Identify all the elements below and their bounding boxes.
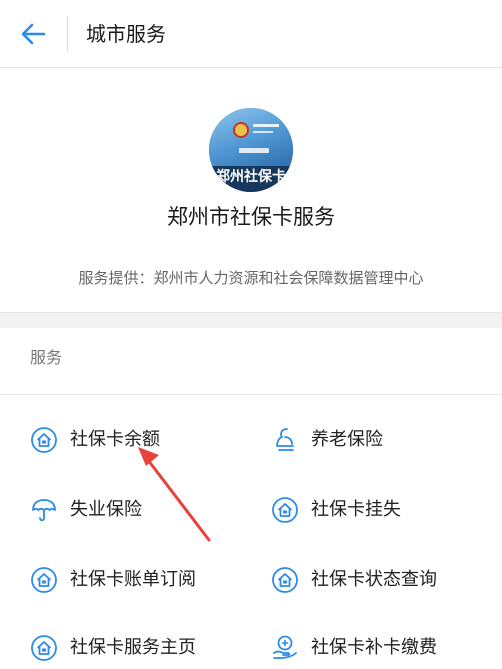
section-divider <box>0 394 502 395</box>
social-security-card-logo: 郑州社保卡 <box>209 108 293 192</box>
service-item-unemployment[interactable]: 失业保险 <box>30 488 142 532</box>
service-label: 社保卡余额 <box>70 429 160 450</box>
back-button[interactable] <box>14 16 54 52</box>
service-item-bill-subscription[interactable]: 社保卡账单订阅 <box>30 558 196 602</box>
hand-coin-icon <box>273 635 297 659</box>
service-label: 失业保险 <box>70 499 142 520</box>
service-item-report-loss[interactable]: 社保卡挂失 <box>271 488 401 532</box>
service-provider: 服务提供：郑州市人力资源和社会保障数据管理中心 <box>78 269 424 287</box>
service-item-status-query[interactable]: 社保卡状态查询 <box>271 558 437 602</box>
person-icon <box>276 428 294 451</box>
back-arrow-icon <box>21 23 46 45</box>
page-title: 城市服务 <box>86 22 166 46</box>
service-label: 社保卡服务主页 <box>70 637 196 658</box>
house-icon <box>31 427 57 453</box>
house-icon <box>272 497 298 523</box>
national-emblem-icon <box>233 122 249 138</box>
header-divider <box>67 16 68 52</box>
section-separator <box>0 312 502 328</box>
screen: 城市服务 郑州社保卡 郑州市社保卡服务 服务提供：郑州市人力资源和社会保障数据管… <box>0 0 502 669</box>
logo-text: 郑州社保卡 <box>209 166 293 192</box>
service-label: 养老保险 <box>311 429 383 450</box>
service-label: 社保卡补卡缴费 <box>311 637 437 658</box>
service-label: 社保卡挂失 <box>311 499 401 520</box>
service-profile: 郑州社保卡 郑州市社保卡服务 服务提供：郑州市人力资源和社会保障数据管理中心 <box>0 68 502 312</box>
service-label: 社保卡状态查询 <box>311 569 437 590</box>
service-label: 社保卡账单订阅 <box>70 569 196 590</box>
service-item-reissue-payment[interactable]: 社保卡补卡缴费 <box>271 626 437 669</box>
house-icon <box>31 635 57 661</box>
service-item-balance[interactable]: 社保卡余额 <box>30 418 160 462</box>
house-icon <box>31 567 57 593</box>
service-item-pension[interactable]: 养老保险 <box>271 418 383 462</box>
section-label: 服务 <box>30 348 63 367</box>
umbrella-icon <box>32 499 56 522</box>
house-icon <box>272 567 298 593</box>
service-item-homepage[interactable]: 社保卡服务主页 <box>30 626 196 669</box>
service-name: 郑州市社保卡服务 <box>167 205 335 229</box>
top-bar: 城市服务 <box>0 0 502 68</box>
